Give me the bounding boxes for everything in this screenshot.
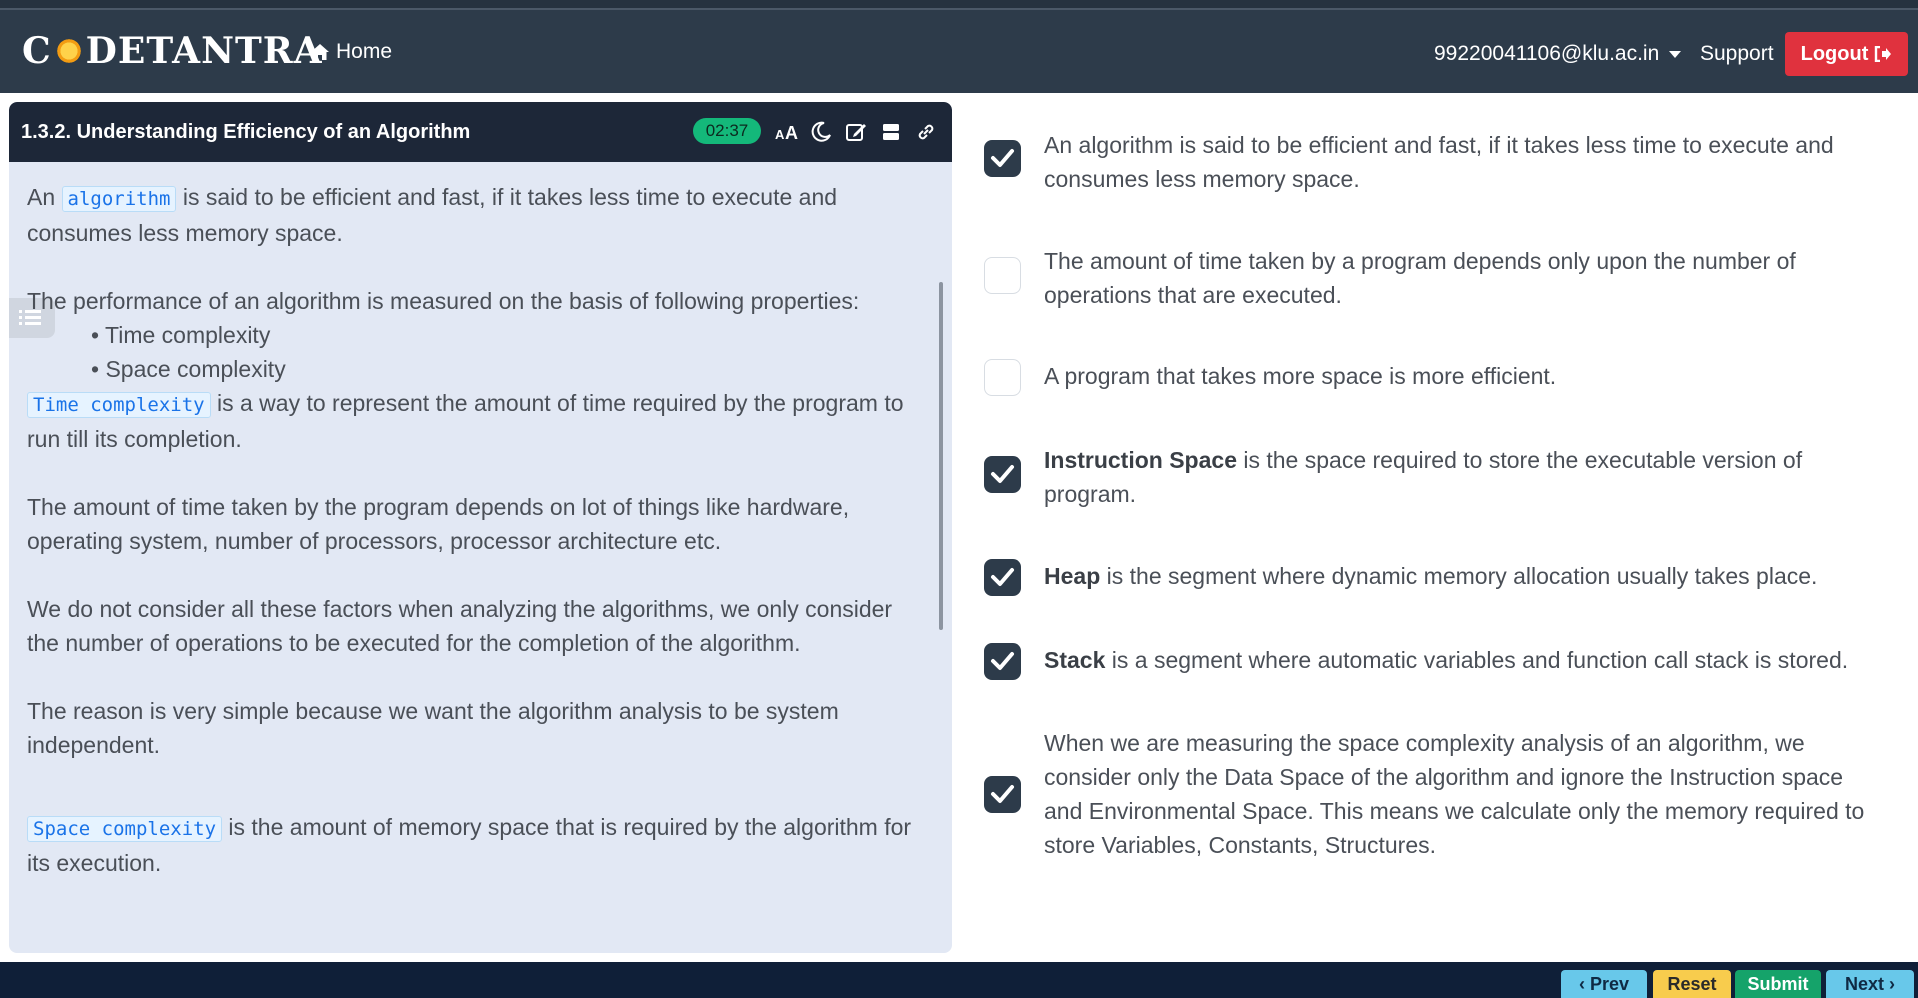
chevron-down-icon	[1669, 50, 1682, 58]
option-text: When we are measuring the space complexi…	[1044, 730, 1865, 858]
prev-button[interactable]: ‹ Prev	[1561, 970, 1647, 998]
check-icon	[991, 652, 1014, 670]
option-text: A program that takes more space is more …	[1044, 363, 1557, 389]
content-scrollbar[interactable]	[939, 282, 943, 630]
font-size-icon[interactable]: AA	[774, 120, 798, 144]
option-checkbox[interactable]	[984, 643, 1021, 680]
user-email: 99220041106@klu.ac.in	[1434, 42, 1660, 65]
next-button[interactable]: Next ›	[1826, 970, 1914, 998]
option-text: The amount of time taken by a program de…	[1044, 248, 1796, 308]
option-checkbox[interactable]	[984, 776, 1021, 813]
home-icon	[311, 44, 329, 60]
lesson-content: An algorithm is said to be efficient and…	[27, 180, 927, 880]
paragraph: Space complexity is the amount of memory…	[27, 814, 912, 876]
reset-button[interactable]: Reset	[1653, 970, 1731, 998]
sign-out-icon	[1875, 46, 1892, 62]
check-icon	[991, 149, 1014, 167]
user-menu-dropdown[interactable]: 99220041106@klu.ac.in	[1434, 42, 1682, 66]
paragraph: The reason is very simple because we wan…	[27, 698, 839, 758]
paragraph: An algorithm is said to be efficient and…	[27, 184, 838, 246]
check-icon	[991, 785, 1014, 803]
option-text: An algorithm is said to be efficient and…	[1044, 132, 1834, 192]
lesson-title: 1.3.2. Understanding Efficiency of an Al…	[21, 121, 471, 143]
check-icon	[991, 568, 1014, 586]
paragraph: We do not consider all these factors whe…	[27, 596, 893, 656]
svg-text:A: A	[775, 127, 785, 142]
dark-mode-moon-icon[interactable]	[809, 120, 833, 144]
option-checkbox[interactable]	[984, 257, 1021, 294]
option-checkbox[interactable]	[984, 140, 1021, 177]
lesson-card: 1.3.2. Understanding Efficiency of an Al…	[9, 102, 952, 953]
chevron-right-icon: ›	[1884, 973, 1895, 994]
sun-logo-icon	[49, 32, 88, 70]
check-icon	[991, 465, 1014, 483]
option-text: Stack is a segment where automatic varia…	[1044, 647, 1849, 673]
option-checkbox[interactable]	[984, 559, 1021, 596]
inline-code: Time complexity	[27, 392, 211, 418]
svg-text:A: A	[785, 123, 798, 143]
lesson-header: 1.3.2. Understanding Efficiency of an Al…	[9, 102, 952, 162]
home-label: Home	[336, 40, 393, 63]
paragraph: The performance of an algorithm is measu…	[27, 288, 860, 314]
option-text: Heap is the segment where dynamic memory…	[1044, 563, 1818, 589]
link-icon[interactable]	[914, 120, 938, 144]
support-link[interactable]: Support	[1700, 42, 1774, 66]
chevron-left-icon: ‹	[1578, 973, 1590, 994]
option-checkbox[interactable]	[984, 359, 1021, 396]
option-checkbox[interactable]	[984, 456, 1021, 493]
browser-edge	[0, 0, 1918, 10]
list-item: • Space complexity	[91, 356, 286, 382]
logout-label: Logout	[1800, 42, 1869, 65]
home-link[interactable]: Home	[310, 40, 392, 64]
submit-button[interactable]: Submit	[1735, 970, 1821, 998]
inline-code: Space complexity	[27, 816, 223, 842]
paragraph: The amount of time taken by the program …	[27, 494, 850, 554]
top-navbar: C DETANTRA Home 99220041106@klu.ac.in Sup…	[0, 0, 1918, 93]
list-item: • Time complexity	[91, 322, 271, 348]
logout-button[interactable]: Logout	[1785, 32, 1908, 76]
brand-logo[interactable]: C DETANTRA	[22, 30, 323, 72]
timer-badge: 02:37	[693, 118, 761, 144]
layout-toggle-icon[interactable]	[879, 120, 903, 144]
paragraph: Time complexity is a way to represent th…	[27, 390, 904, 452]
inline-code: algorithm	[61, 186, 177, 212]
edit-notes-icon[interactable]	[844, 120, 868, 144]
option-text: Instruction Space is the space required …	[1044, 447, 1803, 507]
